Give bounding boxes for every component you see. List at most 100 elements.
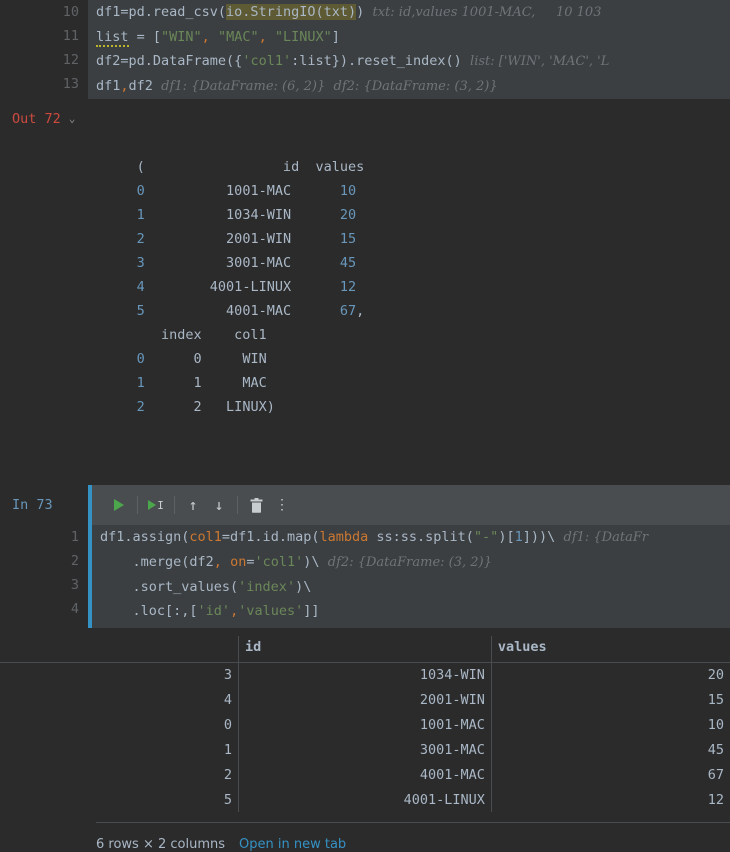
more-options-button[interactable]: ⋮ bbox=[269, 492, 295, 518]
open-in-new-tab-link[interactable]: Open in new tab bbox=[239, 837, 346, 852]
table-row[interactable]: 5 4001-LINUX 12 bbox=[0, 787, 730, 812]
out72-text: ( id values 0 1001-MAC 10 1 1034-WIN 20 … bbox=[88, 107, 730, 467]
i-beam-icon: I bbox=[157, 498, 164, 512]
output-cell-out73: Out 73 ⌄ id values 31034-WIN2042001-WIN1… bbox=[0, 636, 730, 852]
output-line: 5 4001-MAC 67, bbox=[136, 303, 365, 319]
cell-id: 3001-MAC bbox=[238, 737, 492, 762]
line-number: 4 bbox=[70, 601, 79, 617]
delete-cell-button[interactable] bbox=[243, 492, 269, 518]
out-label: Out 72 bbox=[12, 111, 61, 127]
in73-label-gutter: In 73 1 2 3 4 bbox=[0, 485, 88, 621]
cell-id: 1001-MAC bbox=[238, 712, 492, 737]
cell-values: 67 bbox=[707, 766, 724, 783]
arrow-up-icon: ↑ bbox=[188, 495, 198, 514]
line-number: 13 bbox=[62, 76, 79, 92]
line-number: 12 bbox=[62, 52, 79, 68]
code-token: , bbox=[201, 29, 210, 45]
output-line: 0 0 WIN bbox=[136, 351, 267, 367]
output-line: 2 2001-WIN 15 bbox=[136, 231, 357, 247]
cell-id: 4001-MAC bbox=[238, 762, 492, 787]
cell-id: 4001-LINUX bbox=[238, 787, 492, 812]
code-editor-in73[interactable]: I ↑ ↓ ⋮ df1.assign(col1=df1.id.map(lambd… bbox=[88, 485, 730, 628]
code-token: )[ bbox=[498, 529, 515, 545]
line-number: 1 bbox=[70, 529, 79, 545]
code-cell-in73[interactable]: In 73 1 2 3 4 I ↑ ↓ ⋮ df1.assign(col1=df… bbox=[0, 485, 730, 628]
row-index: 2 bbox=[0, 762, 240, 787]
line-number-gutter-in72: 10 11 12 13 bbox=[0, 0, 88, 96]
trash-icon bbox=[250, 497, 262, 513]
column-header-values: values bbox=[491, 636, 730, 663]
code-token: )\ bbox=[295, 579, 312, 595]
move-cell-up-button[interactable]: ↑ bbox=[180, 492, 206, 518]
output-line: 2 2 LINUX) bbox=[136, 399, 275, 415]
line-number: 10 bbox=[62, 4, 79, 20]
inline-value-hint: df1: {DataFrame: (6, 2)} df2: {DataFrame… bbox=[152, 79, 498, 94]
code-token: "MAC" bbox=[217, 29, 259, 45]
row-column-summary: 6 rows × 2 columns bbox=[96, 837, 226, 852]
table-row[interactable]: 0 1001-MAC 10 bbox=[0, 712, 730, 737]
code-token: .loc[:,[ bbox=[100, 603, 198, 619]
code-line: df2=pd.DataFrame({'col1':list}).reset_in… bbox=[88, 49, 730, 74]
code-token: .sort_values( bbox=[100, 579, 239, 595]
row-index: 1 bbox=[0, 737, 240, 762]
code-token: io.StringIO(txt) bbox=[226, 4, 357, 20]
code-line: df1=pd.read_csv(io.StringIO(txt)) txt: i… bbox=[88, 0, 730, 25]
table-row[interactable]: 3 1034-WIN 20 bbox=[0, 662, 730, 687]
table-row[interactable]: 4 2001-WIN 15 bbox=[0, 687, 730, 712]
code-line: .loc[:,['id','values']] bbox=[92, 599, 730, 623]
inline-value-hint: txt: id,values 1001-MAC, 10 103 bbox=[364, 5, 602, 20]
cell-values: 20 bbox=[707, 666, 724, 683]
cell-values: 12 bbox=[707, 791, 724, 808]
out72-label-gutter: Out 72 ⌄ bbox=[0, 107, 88, 131]
code-token: 'values' bbox=[238, 603, 304, 619]
code-token: 1 bbox=[514, 529, 523, 545]
code-editor-in72[interactable]: df1=pd.read_csv(io.StringIO(txt)) txt: i… bbox=[88, 0, 730, 99]
run-cell-button[interactable] bbox=[106, 492, 132, 518]
code-token: df1.assign( bbox=[100, 529, 190, 545]
code-token: )\ bbox=[303, 554, 320, 570]
arrow-down-icon: ↓ bbox=[214, 495, 224, 514]
index-column-header bbox=[0, 636, 240, 663]
code-line: .merge(df2, on='col1')\ df2: {DataFrame:… bbox=[92, 550, 730, 575]
cell-values: 10 bbox=[707, 716, 724, 733]
move-cell-down-button[interactable]: ↓ bbox=[206, 492, 232, 518]
code-line: .sort_values('index')\ bbox=[92, 575, 730, 599]
code-line: df1.assign(col1=df1.id.map(lambda ss:ss.… bbox=[92, 525, 730, 550]
run-cell-and-select-button[interactable]: I bbox=[143, 492, 169, 518]
code-token: ]))\ bbox=[522, 529, 556, 545]
cell-toolbar: I ↑ ↓ ⋮ bbox=[92, 485, 730, 525]
code-token: 'id' bbox=[197, 603, 231, 619]
output-line: index col1 bbox=[96, 327, 267, 343]
dataframe-table[interactable]: id values 3 1034-WIN 20 4 2001-WIN 15 0 1001-MA… bbox=[0, 636, 730, 812]
row-index: 4 bbox=[0, 687, 240, 712]
row-index: 3 bbox=[0, 662, 240, 687]
code-token: ) bbox=[356, 4, 365, 20]
code-token: "-" bbox=[473, 529, 499, 545]
in-label: In 73 bbox=[12, 497, 53, 513]
line-number: 3 bbox=[70, 577, 79, 593]
inline-value-hint: df1: {DataFr bbox=[555, 530, 649, 545]
code-token: df2 bbox=[128, 78, 153, 94]
table-row[interactable]: 2 4001-MAC 67 bbox=[0, 762, 730, 787]
inline-value-hint: df2: {DataFrame: (3, 2)} bbox=[319, 555, 492, 570]
table-row[interactable]: 1 3001-MAC 45 bbox=[0, 737, 730, 762]
code-token: , bbox=[258, 29, 267, 45]
code-token: ]] bbox=[303, 603, 320, 619]
output-line: 3 3001-MAC 45 bbox=[136, 255, 357, 271]
cell-id: 2001-WIN bbox=[238, 687, 492, 712]
line-number: 11 bbox=[62, 28, 79, 44]
output-line: 0 1001-MAC 10 bbox=[136, 183, 357, 199]
code-token: df1=pd.read_csv( bbox=[96, 4, 227, 20]
play-cursor-icon bbox=[148, 500, 157, 510]
code-token: lambda bbox=[319, 529, 369, 545]
output-line: 4 4001-LINUX 12 bbox=[136, 279, 357, 295]
table-header-row: id values bbox=[0, 636, 730, 663]
inline-value-hint: list: ['WIN', 'MAC', 'L bbox=[461, 54, 610, 69]
code-token: 'col1' bbox=[254, 554, 304, 570]
column-header-id: id bbox=[238, 636, 492, 663]
collapse-chevron-icon[interactable]: ⌄ bbox=[69, 107, 76, 131]
code-cell-in72[interactable]: 10 11 12 13 df1=pd.read_csv(io.StringIO(… bbox=[0, 0, 730, 99]
row-index: 0 bbox=[0, 712, 240, 737]
code-line: df1,df2 df1: {DataFrame: (6, 2)} df2: {D… bbox=[88, 74, 730, 99]
